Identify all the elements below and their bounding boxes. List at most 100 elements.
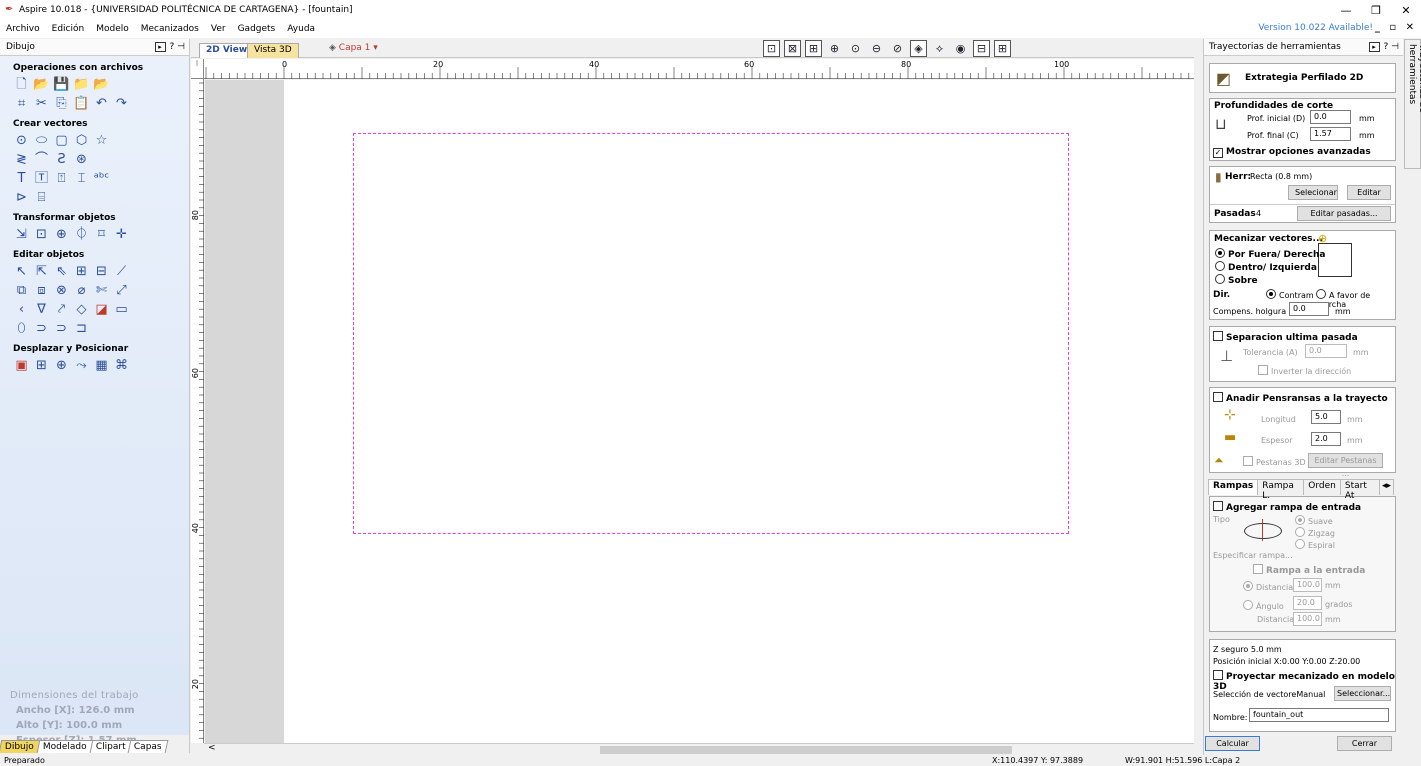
chamfer-icon[interactable]: ∇ (34, 302, 49, 317)
array-copy-icon[interactable]: ⊞ (34, 358, 49, 373)
end-depth-input[interactable]: 1.57 (1310, 127, 1351, 141)
toolpath-preview-icon[interactable]: ◈ (910, 40, 927, 57)
scroll-left-arrow[interactable]: < (208, 743, 216, 753)
tab-length-input[interactable]: 5.0 (1311, 410, 1341, 424)
version-link[interactable]: Version 10.022 Available! (1258, 23, 1373, 33)
save-icon[interactable]: 💾 (53, 77, 69, 92)
mdi-window-controls[interactable]: _ ▫ ✕ (1375, 22, 1417, 33)
tab-3d-view[interactable]: Vista 3D (247, 43, 299, 58)
zoom-in-icon[interactable]: ⊙ (847, 40, 864, 57)
offset-icon[interactable]: ◇ (74, 302, 89, 317)
node-edit-icon[interactable]: ⇱ (34, 264, 49, 279)
toolpath-name-input[interactable]: fountain_out (1249, 708, 1389, 722)
interpolate-icon[interactable]: ⊐ (74, 321, 89, 336)
vector-select-button[interactable]: Seleccionar... (1334, 686, 1391, 701)
zoom-fit-icon[interactable]: ⊘ (889, 40, 906, 57)
curve-fit-icon[interactable]: ⊃ (34, 321, 49, 336)
select-tool-button[interactable]: Selecionar (1288, 185, 1338, 200)
rectangle-icon[interactable]: ▢ (54, 133, 69, 148)
panel-mode-icon[interactable]: ▸ (154, 42, 166, 52)
tab-ramps[interactable]: Rampas (1208, 479, 1259, 495)
star-icon[interactable]: ☆ (94, 133, 109, 148)
open-folder-icon[interactable]: 📂 (33, 77, 49, 92)
tab-order[interactable]: Orden (1303, 479, 1341, 495)
intersect-icon[interactable]: ⊗ (54, 283, 69, 298)
move-icon[interactable]: ⇲ (14, 227, 29, 242)
ungroup-icon[interactable]: ⊟ (94, 264, 109, 279)
cut-icon[interactable]: ✂ (34, 96, 49, 111)
ramp-distance2-input[interactable]: 100.0 (1293, 612, 1322, 626)
toolpath-view-icon[interactable]: ⟡ (931, 40, 948, 57)
join-icon[interactable]: ⤤ (54, 302, 69, 317)
zoom-out-icon[interactable]: ⊖ (868, 40, 885, 57)
zoom-job-icon[interactable]: ⊠ (784, 40, 801, 57)
add-tabs-checkbox[interactable]: Anadir Pensransas a la trayecto (1213, 392, 1388, 404)
transform-mode-icon[interactable]: ⇖ (54, 264, 69, 279)
circular-array-icon[interactable]: ⊕ (54, 358, 69, 373)
ellipse-icon[interactable]: ⬭ (34, 133, 49, 148)
extend-icon[interactable]: ⤢ (114, 283, 129, 298)
nest-icon[interactable]: ▭ (114, 302, 129, 317)
ruler-corner[interactable]: ⁝ (191, 59, 204, 79)
block-copy-icon[interactable]: ▦ (94, 358, 109, 373)
tab-lead-in[interactable]: Rampa L. (1257, 479, 1305, 501)
split-vertical-icon[interactable]: ⊞ (994, 40, 1011, 57)
edit-tool-button[interactable]: Editar (1347, 185, 1391, 200)
grid-icon[interactable]: ⊞ (805, 40, 822, 57)
edit-tabs-button[interactable]: Editar Pestanas ... (1308, 453, 1383, 478)
menu-edicion[interactable]: Edición (46, 24, 91, 34)
auto-layout-text-icon[interactable]: 🅃 (34, 171, 49, 186)
reverse-direction-checkbox[interactable]: Inverter la dirección (1258, 365, 1351, 376)
on-vector-radio[interactable]: Sobre (1215, 274, 1258, 286)
ramp-distance-input[interactable]: 100.0 (1293, 578, 1322, 592)
dimension-icon[interactable]: ⊳ (14, 190, 29, 205)
menu-ayuda[interactable]: Ayuda (281, 24, 321, 34)
add-ramp-checkbox[interactable]: Agregar rampa de entrada (1213, 501, 1361, 513)
ramp-angle-input[interactable]: 20.0 (1293, 596, 1322, 610)
tab-clipart[interactable]: Clipart (89, 740, 132, 753)
text-on-curve-icon[interactable]: ⍐ (54, 171, 69, 186)
tab-modelado[interactable]: Modelado (36, 740, 94, 753)
allowance-input[interactable]: 0.0 (1289, 302, 1329, 316)
zoom-extents-icon[interactable]: ⊡ (763, 40, 780, 57)
toolpaths-mode-icon[interactable]: ▸ (1368, 42, 1380, 52)
new-file-icon[interactable]: 🗋 (14, 77, 29, 92)
toolpaths-help-pin-icons[interactable]: ? ⊣ (1384, 42, 1399, 52)
circle-icon[interactable]: ⊙ (14, 133, 29, 148)
menu-gadgets[interactable]: Gadgets (232, 24, 282, 34)
minimize-button[interactable]: — (1331, 0, 1361, 20)
wrap-icon[interactable]: ⬯ (14, 321, 29, 336)
arc-icon[interactable]: ⌒ (34, 152, 49, 167)
fit-selection-icon[interactable]: ▣ (14, 358, 29, 373)
trace-bitmap-icon[interactable]: ⌸ (34, 190, 49, 205)
text-icon[interactable]: T (14, 171, 29, 186)
tab-dibujo[interactable]: Dibujo (0, 740, 41, 753)
overlap-icon[interactable]: ⌀ (74, 283, 89, 298)
start-depth-input[interactable]: 0.0 (1310, 110, 1351, 124)
scrollbar-thumb[interactable] (600, 746, 1012, 754)
tab-capas[interactable]: Capas (127, 740, 169, 753)
rotate-icon[interactable]: ⊕ (54, 227, 69, 242)
import-bitmap-icon[interactable]: 📂 (93, 77, 109, 92)
tab-2d-view[interactable]: 2D View (199, 43, 255, 58)
tab-scroll-arrows[interactable]: ◂▸ (1378, 479, 1394, 495)
break-icon[interactable]: ⊃ (54, 321, 69, 336)
ramp-smooth-radio[interactable]: Suave (1295, 515, 1333, 526)
tabs-3d-checkbox[interactable]: Pestanas 3D (1243, 456, 1306, 467)
drawing-canvas[interactable] (284, 80, 1194, 743)
copy-icon[interactable]: ⎘ (54, 96, 69, 111)
paste-icon[interactable]: 📋 (73, 96, 89, 111)
polyline-icon[interactable]: ≷ (14, 152, 29, 167)
select-icon[interactable]: ↖ (14, 264, 29, 279)
close-vectors-icon[interactable]: ◪ (94, 302, 109, 317)
undo-icon[interactable]: ↶ (94, 96, 109, 111)
calculate-button[interactable]: Calcular (1205, 736, 1260, 751)
distort-icon[interactable]: ⌑ (94, 227, 109, 242)
nesting-icon[interactable]: ⌘ (114, 358, 129, 373)
tolerance-input[interactable]: 0.0 (1305, 344, 1347, 358)
snap-icon[interactable]: ⊕ (826, 40, 843, 57)
toolpaths-side-tab[interactable]: Trayectorias de herramientas (1404, 39, 1421, 169)
tab-start-at[interactable]: Start At (1339, 479, 1380, 501)
bend-text-icon[interactable]: ⌶ (74, 171, 89, 186)
menu-archivo[interactable]: Archivo (0, 24, 46, 34)
